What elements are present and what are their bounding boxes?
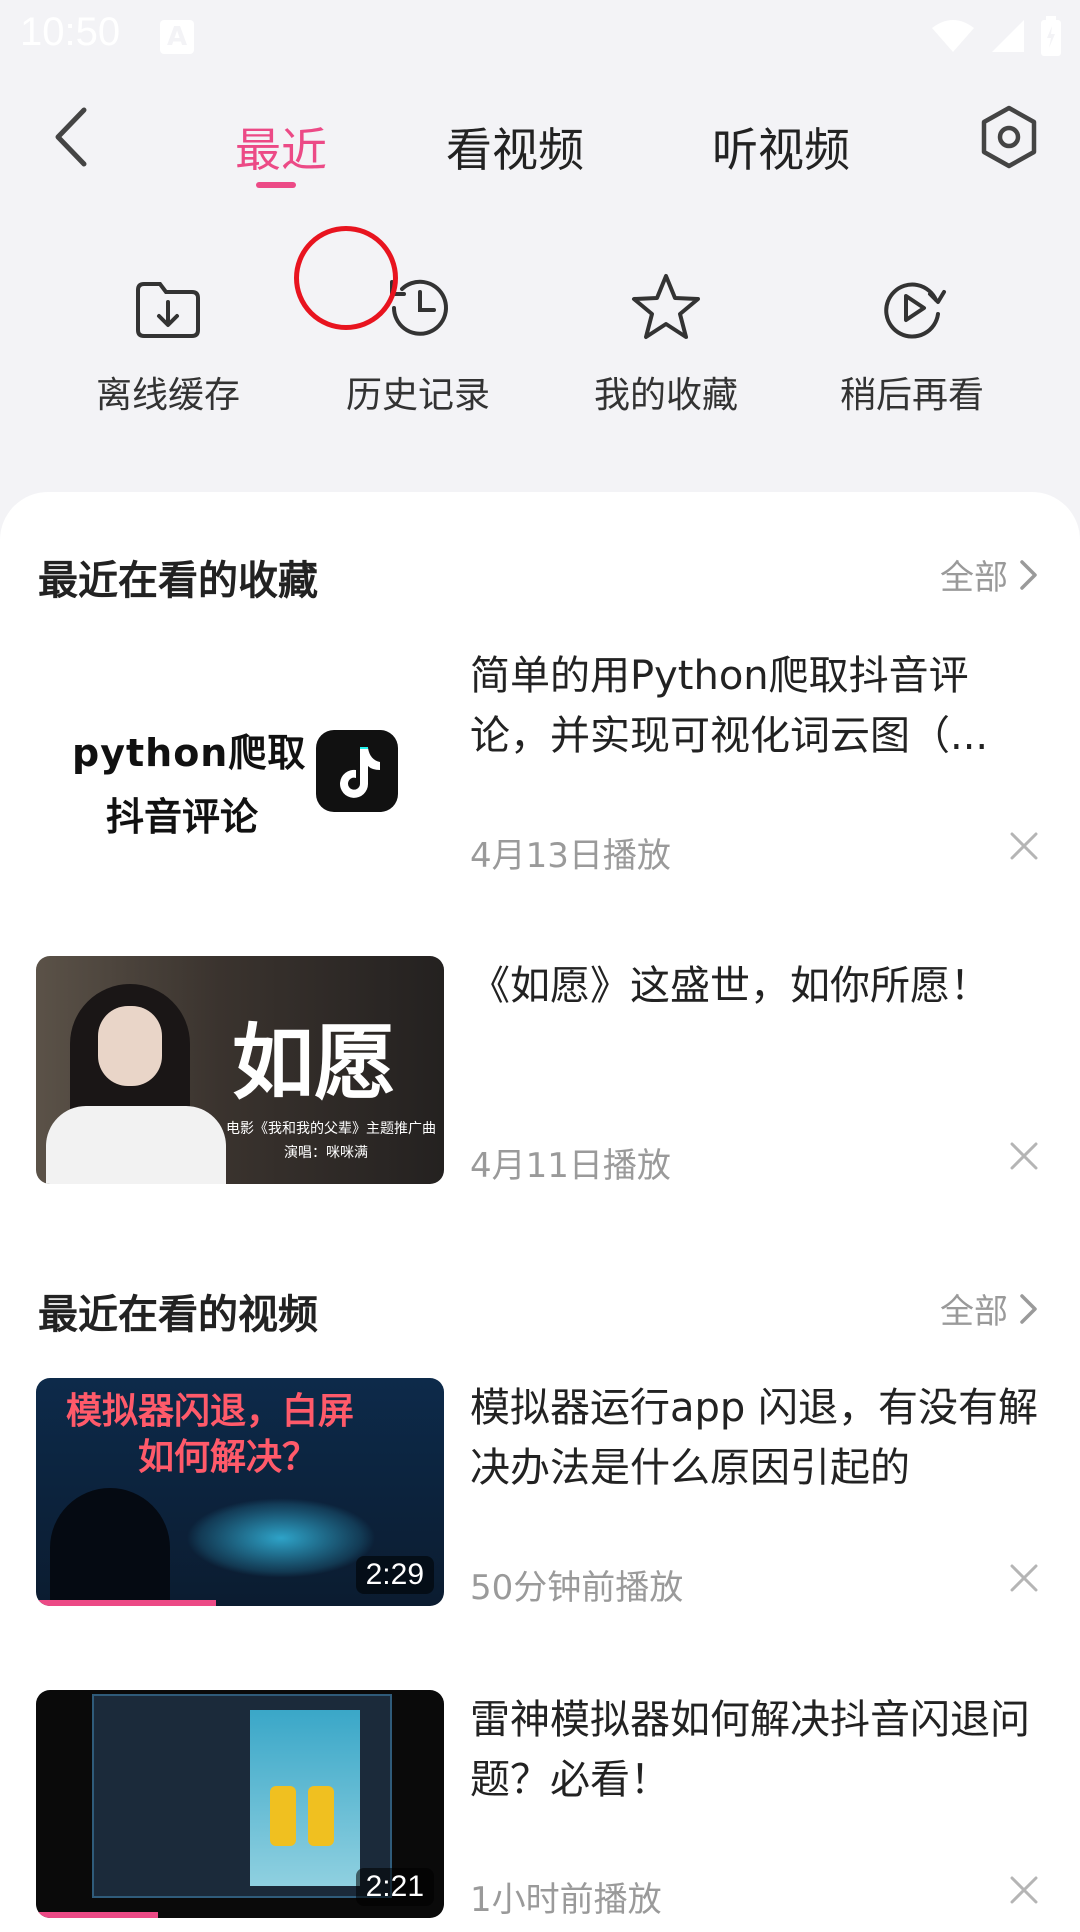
emulator-screen <box>250 1710 360 1886</box>
singer-shirt <box>46 1106 226 1184</box>
tab-listen-video[interactable]: 听视频 <box>706 114 856 180</box>
wifi-icon <box>932 20 974 52</box>
watch-progress-bar <box>36 1912 159 1918</box>
world-map-graphic <box>186 1498 376 1578</box>
download-folder-icon <box>136 282 200 338</box>
play-time: 50分钟前播放 <box>470 1568 684 1608</box>
singer-face <box>98 1006 162 1086</box>
active-tab-indicator <box>256 182 296 188</box>
notification-a-icon: A <box>160 20 194 54</box>
thumbnail-caption: 抖音评论 <box>106 795 259 839</box>
watch-later-icon <box>884 282 946 339</box>
favorites-section-title: 最近在看的收藏 <box>38 558 318 604</box>
dancer-figure <box>270 1786 296 1846</box>
video-thumbnail: 模拟器闪退，白屏 如何解决？ 2:29 <box>36 1378 444 1606</box>
star-icon <box>632 274 700 339</box>
content-card: 最近在看的收藏 全部 python爬取 抖音评论 简单的用Python爬取抖音评… <box>0 492 1080 1932</box>
hacker-silhouette <box>50 1488 170 1606</box>
list-item[interactable]: python爬取 抖音评论 简单的用Python爬取抖音评论，并实现可视化词云图… <box>36 646 1046 876</box>
list-item[interactable]: 2:21 雷神模拟器如何解决抖音闪退问题？必看！ 1小时前播放 <box>36 1690 1046 1920</box>
play-time: 4月13日播放 <box>470 836 671 876</box>
video-thumbnail: python爬取 抖音评论 <box>36 646 444 874</box>
chevron-right-icon <box>1020 1293 1037 1324</box>
thumbnail-caption: 演唱：咪咪满 <box>284 1145 368 1161</box>
video-duration: 2:21 <box>355 1868 434 1906</box>
video-duration: 2:29 <box>355 1556 434 1594</box>
watch-later-shortcut[interactable]: 稍后再看 <box>812 270 1012 430</box>
thumbnail-caption: 如愿 <box>232 1015 397 1111</box>
list-item[interactable]: 模拟器闪退，白屏 如何解决？ 2:29 模拟器运行app 闪退，有没有解决办法是… <box>36 1378 1046 1608</box>
annotation-circle <box>294 226 398 330</box>
favorites-label: 我的收藏 <box>593 375 738 416</box>
list-item[interactable]: 如愿 电影《我和我的父辈》主题推广曲 演唱：咪咪满 《如愿》这盛世，如你所愿！ … <box>36 956 1046 1186</box>
video-title: 《如愿》这盛世，如你所愿！ <box>470 963 990 1009</box>
thumbnail-caption: 模拟器闪退，白屏 <box>66 1390 355 1432</box>
close-icon[interactable] <box>1004 1558 1044 1598</box>
settings-hexagon-icon <box>981 105 1037 169</box>
videos-view-all[interactable]: 全部 <box>940 1284 1040 1333</box>
close-icon[interactable] <box>1004 1870 1044 1910</box>
close-icon[interactable] <box>1004 1136 1044 1176</box>
watch-progress-bar <box>36 1600 216 1606</box>
offline-cache-shortcut[interactable]: 离线缓存 <box>68 270 268 430</box>
play-time: 1小时前播放 <box>470 1880 662 1920</box>
favorites-view-all[interactable]: 全部 <box>940 550 1040 599</box>
video-thumbnail: 2:21 <box>36 1690 444 1918</box>
play-time: 4月11日播放 <box>470 1146 671 1186</box>
status-icons <box>930 14 1062 58</box>
tab-recent[interactable]: 最近 <box>226 114 336 180</box>
back-arrow-icon <box>55 107 87 167</box>
offline-cache-label: 离线缓存 <box>95 375 240 416</box>
status-time: 10:50 <box>20 10 121 54</box>
videos-section-title: 最近在看的视频 <box>38 1292 318 1338</box>
back-button[interactable] <box>40 102 110 172</box>
history-label: 历史记录 <box>345 375 490 416</box>
video-title: 简单的用Python爬取抖音评论，并实现可视化词云图（... <box>470 653 989 759</box>
thumbnail-caption: 如何解决？ <box>138 1436 319 1478</box>
tiktok-logo-icon <box>316 730 398 812</box>
video-thumbnail: 如愿 电影《我和我的父辈》主题推广曲 演唱：咪咪满 <box>36 956 444 1184</box>
watch-later-label: 稍后再看 <box>839 375 984 416</box>
signal-icon <box>992 20 1024 52</box>
dancer-figure <box>308 1786 334 1846</box>
view-all-label: 全部 <box>940 558 1008 598</box>
status-bar: 10:50 A <box>0 0 1080 72</box>
tab-watch-video[interactable]: 看视频 <box>440 114 590 180</box>
top-navigation: 最近 看视频 听视频 <box>0 80 1080 200</box>
thumbnail-caption: python爬取 <box>72 731 307 775</box>
favorites-shortcut[interactable]: 我的收藏 <box>566 270 766 430</box>
view-all-label: 全部 <box>940 1292 1008 1332</box>
video-title: 雷神模拟器如何解决抖音闪退问题？必看！ <box>470 1697 1030 1803</box>
chevron-right-icon <box>1020 559 1037 590</box>
battery-icon <box>1041 16 1061 56</box>
close-icon[interactable] <box>1004 826 1044 866</box>
thumbnail-caption: 电影《我和我的父辈》主题推广曲 <box>226 1121 436 1137</box>
settings-button[interactable] <box>974 102 1044 172</box>
video-title: 模拟器运行app 闪退，有没有解决办法是什么原因引起的 <box>470 1385 1039 1491</box>
